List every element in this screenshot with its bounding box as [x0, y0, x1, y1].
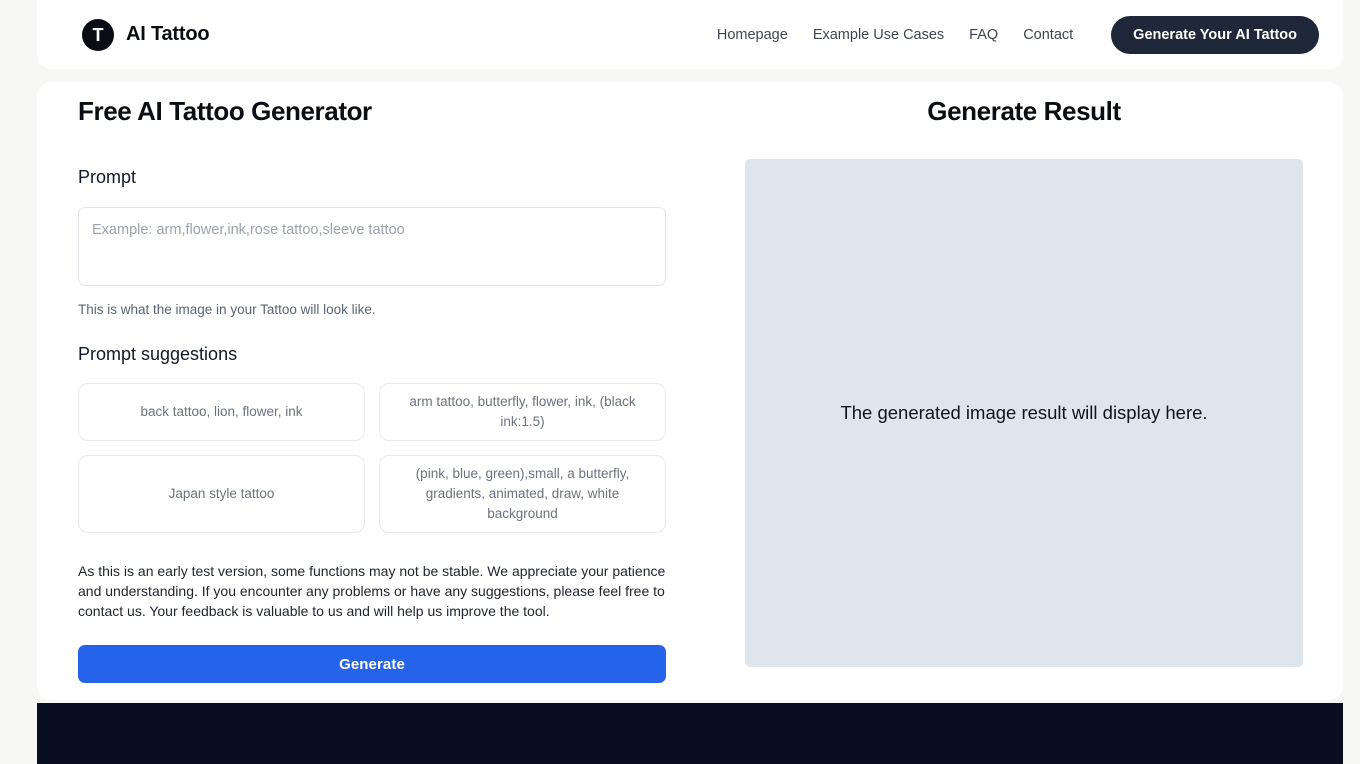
result-panel-title: Generate Result — [927, 96, 1121, 126]
prompt-suggestions-label: Prompt suggestions — [78, 344, 238, 365]
page-title: Free AI Tattoo Generator — [78, 96, 372, 126]
generator-form-panel: Free AI Tattoo Generator Prompt This is … — [37, 82, 708, 700]
prompt-input[interactable] — [78, 206, 666, 286]
prompt-suggestion-chip[interactable]: back tattoo, lion, flower, ink — [78, 382, 365, 441]
circle-t-logo-icon: T — [82, 18, 114, 51]
result-placeholder-text: The generated image result will display … — [840, 402, 1208, 424]
result-panel: Generate Result The generated image resu… — [708, 82, 1343, 700]
nav-item-homepage[interactable]: Homepage — [717, 27, 788, 43]
prompt-suggestion-chip[interactable]: arm tattoo, butterfly, flower, ink, (bla… — [379, 382, 666, 441]
two-column-layout: Free AI Tattoo Generator Prompt This is … — [37, 82, 1343, 700]
nav-item-example-use-cases[interactable]: Example Use Cases — [813, 27, 944, 43]
page-root: T AI Tattoo Homepage Example Use Cases F… — [0, 0, 1360, 764]
site-footer — [37, 703, 1343, 764]
result-image-area: The generated image result will display … — [745, 159, 1303, 668]
prompt-suggestion-list: back tattoo, lion, flower, ink arm tatto… — [78, 382, 666, 533]
prompt-helper-text: This is what the image in your Tattoo wi… — [78, 301, 376, 317]
prompt-label: Prompt — [78, 167, 137, 188]
nav-item-faq[interactable]: FAQ — [969, 27, 998, 43]
generate-button[interactable]: Generate — [78, 645, 666, 684]
generate-your-ai-tattoo-button[interactable]: Generate Your AI Tattoo — [1111, 15, 1319, 54]
main-content-card: Free AI Tattoo Generator Prompt This is … — [37, 82, 1343, 700]
site-header: T AI Tattoo Homepage Example Use Cases F… — [37, 0, 1343, 69]
prompt-suggestion-chip[interactable]: (pink, blue, green),small, a butterfly, … — [379, 454, 666, 533]
nav-item-contact[interactable]: Contact — [1023, 27, 1073, 43]
main-nav: Homepage Example Use Cases FAQ Contact G… — [717, 15, 1319, 54]
prompt-suggestion-chip[interactable]: Japan style tattoo — [78, 454, 365, 533]
brand[interactable]: T AI Tattoo — [82, 18, 210, 51]
brand-name: AI Tattoo — [126, 23, 210, 45]
disclaimer-text: As this is an early test version, some f… — [78, 562, 666, 620]
